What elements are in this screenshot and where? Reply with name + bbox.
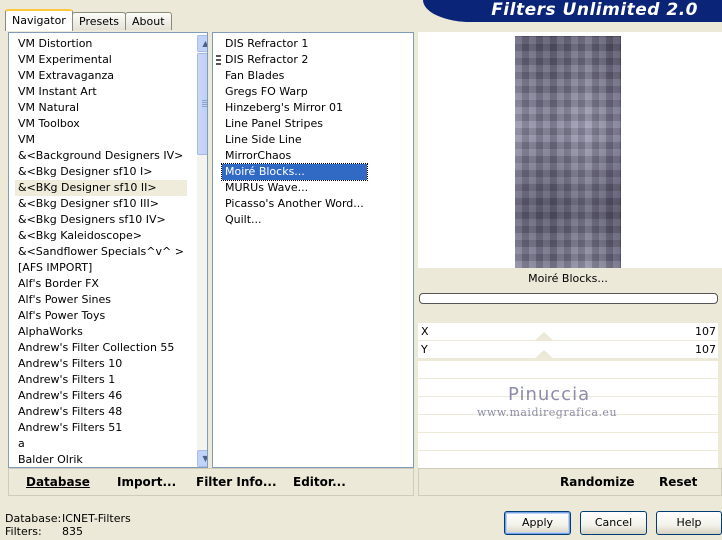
category-scrollbar[interactable]: ▲ ▼ [197, 35, 207, 467]
tab-presets[interactable]: Presets [72, 12, 127, 30]
category-item[interactable]: &<Bkg Designer sf10 I> [15, 164, 187, 180]
filter-item[interactable]: Line Panel Stripes [222, 116, 367, 132]
status-database-label: Database: [5, 512, 62, 525]
category-item[interactable]: Alf's Power Sines [15, 292, 187, 308]
category-item[interactable]: Andrew's Filters 46 [15, 388, 187, 404]
splitter-grip-icon [216, 55, 221, 67]
grip-icon [202, 100, 207, 108]
category-item[interactable]: &<Sandflower Specials^v^ > [15, 244, 187, 260]
param-label-y: Y [421, 343, 428, 356]
apply-button[interactable]: Apply [504, 511, 571, 535]
filter-info-button[interactable]: Filter Info... [196, 475, 277, 489]
filter-list[interactable]: DIS Refractor 1 DIS Refractor 2 Fan Blades… [221, 36, 368, 228]
progress-bar [419, 293, 718, 304]
reset-button[interactable]: Reset [659, 475, 697, 489]
category-item[interactable]: &<BKg Designer sf10 II> [15, 180, 187, 196]
category-item[interactable]: [AFS IMPORT] [15, 260, 187, 276]
scroll-up-button[interactable]: ▲ [197, 35, 207, 52]
category-item[interactable]: Andrew's Filters 48 [15, 404, 187, 420]
category-item[interactable]: &<Bkg Designer sf10 III> [15, 196, 187, 212]
category-item[interactable]: &<Bkg Designers sf10 IV> [15, 212, 187, 228]
filter-item[interactable]: Gregs FO Warp [222, 84, 367, 100]
param-row-empty [418, 432, 718, 450]
category-item[interactable]: VM Distortion [15, 36, 187, 52]
filter-item[interactable]: Fan Blades [222, 68, 367, 84]
param-row-y[interactable]: Y 107 [418, 340, 718, 358]
filter-item[interactable]: MURUs Wave... [222, 180, 367, 196]
right-toolbar: Randomize Reset [418, 468, 722, 496]
app-banner: Filters Unlimited 2.0 [423, 0, 722, 22]
param-row-x[interactable]: X 107 [418, 322, 718, 340]
param-row-empty [418, 450, 718, 468]
category-item[interactable]: Andrew's Filters 10 [15, 356, 187, 372]
status-filters-value: 835 [62, 525, 83, 538]
filter-item[interactable]: DIS Refractor 2 [222, 52, 367, 68]
category-item[interactable]: Andrew's Filters 51 [15, 420, 187, 436]
scroll-thumb[interactable] [197, 53, 207, 155]
category-item[interactable]: a [15, 436, 187, 452]
category-item[interactable]: VM Toolbox [15, 116, 187, 132]
category-item[interactable]: &<Bkg Kaleidoscope> [15, 228, 187, 244]
category-item[interactable]: VM Extravaganza [15, 68, 187, 84]
filter-item[interactable]: DIS Refractor 1 [222, 36, 367, 52]
category-item[interactable]: Balder Olrik [15, 452, 187, 467]
category-item[interactable]: VM [15, 132, 187, 148]
category-item[interactable]: VM Experimental [15, 52, 187, 68]
watermark-name: Pinuccia [508, 384, 591, 405]
help-button[interactable]: Help [656, 511, 722, 535]
category-item[interactable]: VM Instant Art [15, 84, 187, 100]
category-item[interactable]: Andrew's Filters 1 [15, 372, 187, 388]
scroll-down-button[interactable]: ▼ [197, 450, 207, 467]
randomize-button[interactable]: Randomize [560, 475, 634, 489]
category-list[interactable]: VM Distortion VM Experimental VM Extravaga… [15, 36, 187, 467]
editor-button[interactable]: Editor... [293, 475, 346, 489]
preview-image [515, 36, 621, 268]
param-value-y[interactable]: 107 [695, 343, 716, 356]
cancel-button[interactable]: Cancel [580, 511, 647, 535]
tab-navigator[interactable]: Navigator [5, 9, 73, 31]
filter-item[interactable]: Hinzeberg's Mirror 01 [222, 100, 367, 116]
watermark-site: www.maidiregrafica.eu [477, 406, 618, 419]
filter-list-panel[interactable]: DIS Refractor 1 DIS Refractor 2 Fan Blades… [212, 32, 414, 468]
filter-item[interactable]: Picasso's Another Word... [222, 196, 367, 212]
category-item[interactable]: VM Natural [15, 100, 187, 116]
tab-about[interactable]: About [125, 12, 172, 30]
category-item[interactable]: Alf's Power Toys [15, 308, 187, 324]
status-database-value: ICNET-Filters [62, 512, 131, 525]
filter-item[interactable]: Quilt... [222, 212, 367, 228]
param-row-empty [418, 360, 718, 378]
filter-item[interactable]: Moiré Blocks... [221, 163, 368, 181]
category-item[interactable]: Andrew's Filter Collection 55 [15, 340, 187, 356]
filter-item[interactable]: Line Side Line [222, 132, 367, 148]
param-label-x: X [421, 325, 429, 338]
category-item[interactable]: Alf's Border FX [15, 276, 187, 292]
category-item[interactable]: AlphaWorks [15, 324, 187, 340]
left-toolbar: Database Import... Filter Info... Editor… [8, 468, 414, 496]
status-filters-label: Filters: [5, 525, 42, 538]
category-item[interactable]: &<Background Designers IV> [15, 148, 187, 164]
category-list-panel[interactable]: VM Distortion VM Experimental VM Extravaga… [8, 32, 208, 468]
database-button[interactable]: Database [26, 475, 90, 489]
preview-filter-name: Moiré Blocks... [528, 272, 608, 285]
filter-item[interactable]: MirrorChaos [222, 148, 367, 164]
slider-thumb-y[interactable] [534, 350, 554, 359]
preview-area [418, 32, 722, 268]
param-value-x[interactable]: 107 [695, 325, 716, 338]
import-button[interactable]: Import... [117, 475, 176, 489]
app-title: Filters Unlimited 2.0 [491, 0, 698, 20]
